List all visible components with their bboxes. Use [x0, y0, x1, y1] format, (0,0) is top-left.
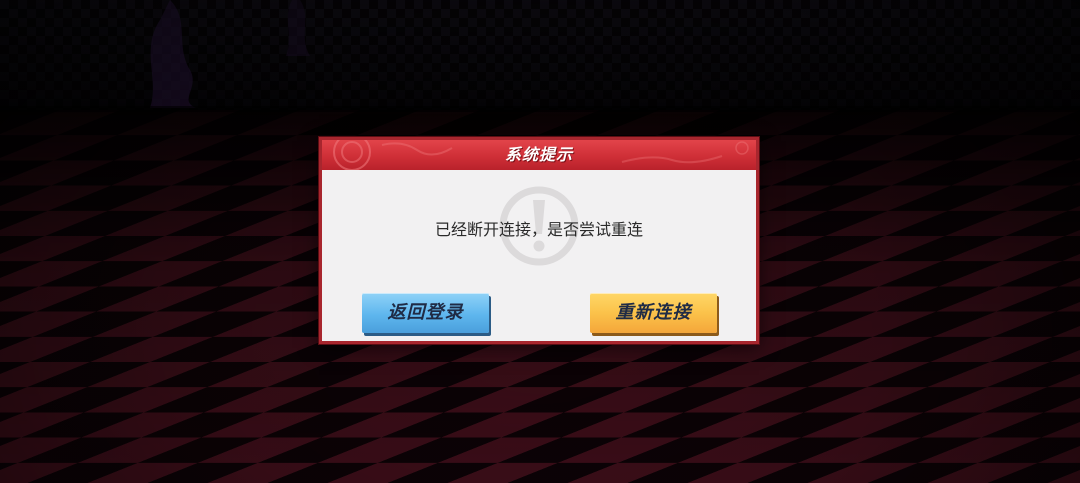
- system-prompt-dialog: 系统提示 已经断开连接，是否尝试重连 返回登录 重新连接: [319, 137, 759, 344]
- game-scene: 系统提示 已经断开连接，是否尝试重连 返回登录 重新连接: [0, 0, 1080, 483]
- dialog-header: 系统提示: [322, 140, 756, 170]
- return-to-login-button[interactable]: 返回登录: [362, 293, 489, 333]
- reconnect-button[interactable]: 重新连接: [590, 293, 717, 333]
- dialog-message: 已经断开连接，是否尝试重连: [434, 220, 643, 239]
- dialog-title: 系统提示: [504, 145, 573, 164]
